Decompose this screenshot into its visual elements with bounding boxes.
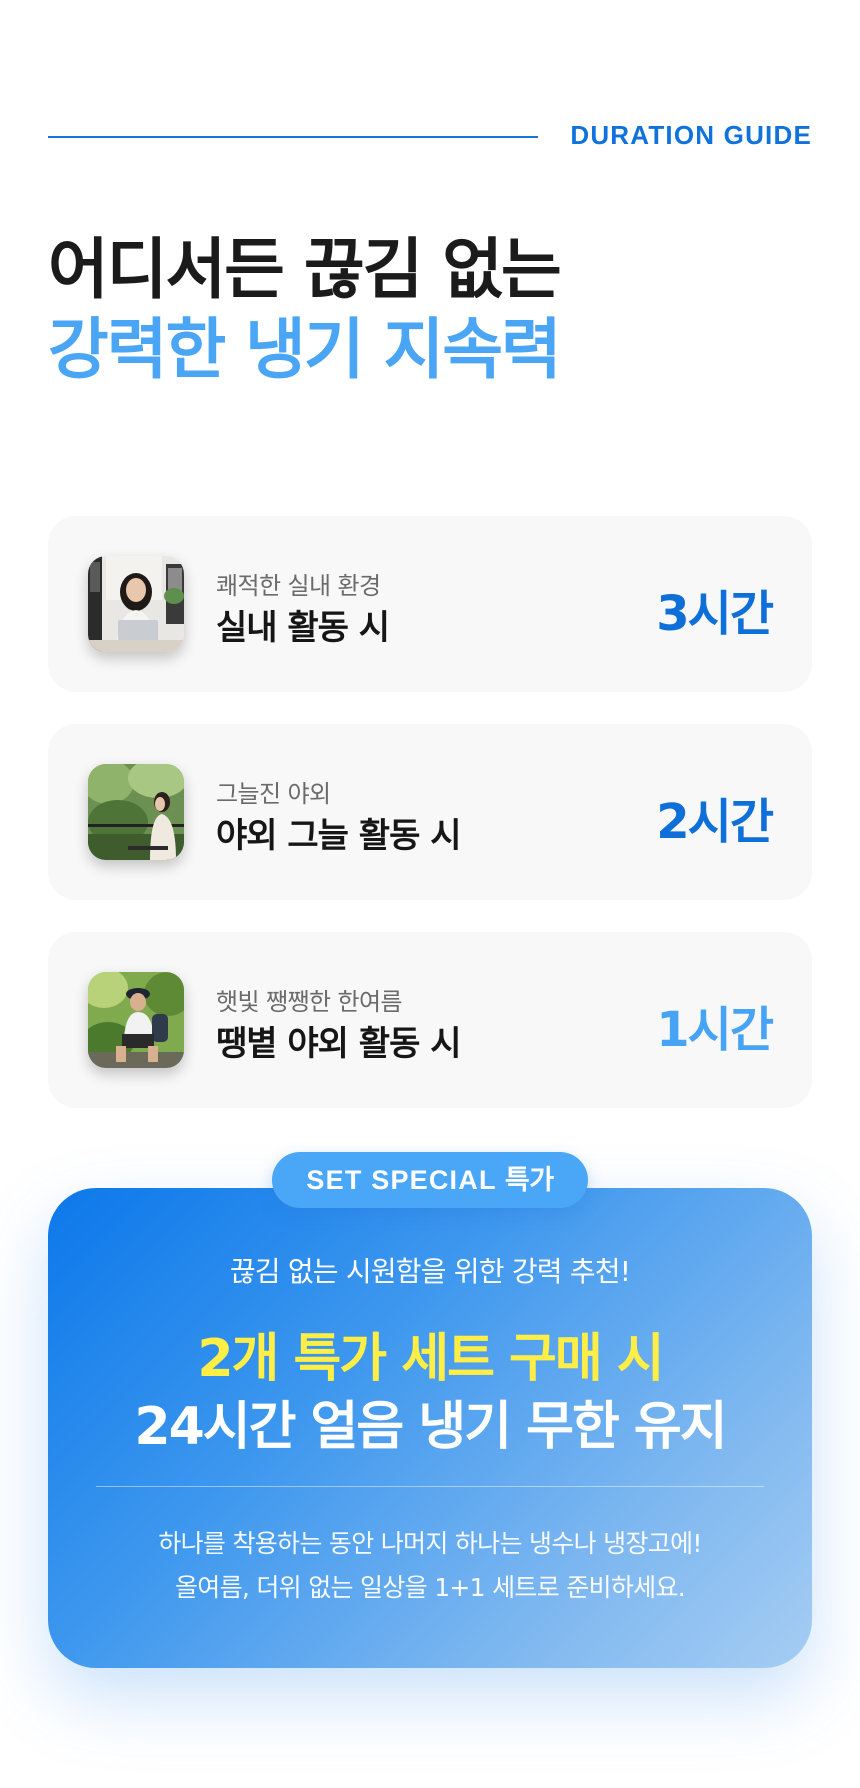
card-title: 실내 활동 시 — [216, 608, 390, 648]
card-subtitle: 햇빛 쨍쨍한 한여름 — [216, 988, 403, 1016]
headline-line-2: 강력한 냉기 지속력 — [48, 311, 562, 388]
duration-hours: 1시간 — [656, 1002, 774, 1058]
duration-hours: 2시간 — [656, 794, 774, 850]
duration-card-sunny: 햇빛 쨍쨍한 한여름 땡볕 야외 활동 시 1시간 — [48, 932, 812, 1108]
sunny-photo-thumbnail — [88, 972, 184, 1068]
card-title: 땡볕 야외 활동 시 — [216, 1024, 461, 1064]
set-special-promo-card: 끊김 없는 시원함을 위한 강력 추천! 2개 특가 세트 구매 시 24시간 … — [48, 1188, 812, 1668]
badge-label-en: SET SPECIAL — [306, 1165, 497, 1195]
promo-lead-text: 끊김 없는 시원함을 위한 강력 추천! — [229, 1255, 631, 1288]
promo-divider — [96, 1486, 764, 1487]
card-subtitle: 쾌적한 실내 환경 — [216, 572, 381, 600]
headline-line-1: 어디서든 끊김 없는 — [48, 231, 562, 308]
set-special-badge: SET SPECIAL 특가 — [272, 1152, 588, 1208]
duration-card-shade: 그늘진 야외 야외 그늘 활동 시 2시간 — [48, 724, 812, 900]
page-headline: 어디서든 끊김 없는 강력한 냉기 지속력 — [48, 230, 808, 390]
promo-note-line-1: 하나를 착용하는 동안 나머지 하나는 냉수나 냉장고에! — [158, 1529, 702, 1558]
shade-photo-thumbnail — [88, 764, 184, 860]
indoor-photo-thumbnail — [88, 556, 184, 652]
header-divider-line — [48, 136, 538, 138]
promo-headline-highlight: 2개 특가 세트 구매 시 — [197, 1329, 664, 1389]
card-subtitle: 그늘진 야외 — [216, 780, 331, 808]
promo-headline: 24시간 얼음 냉기 무한 유지 — [134, 1397, 727, 1457]
duration-hours: 3시간 — [656, 586, 774, 642]
card-title: 야외 그늘 활동 시 — [216, 816, 461, 856]
badge-label-ko: 특가 — [504, 1165, 554, 1195]
section-label: DURATION GUIDE — [570, 120, 812, 150]
duration-card-indoor: 쾌적한 실내 환경 실내 활동 시 3시간 — [48, 516, 812, 692]
promo-note-line-2: 올여름, 더위 없는 일상을 1+1 세트로 준비하세요. — [174, 1573, 686, 1602]
section-header: DURATION GUIDE — [48, 120, 812, 154]
